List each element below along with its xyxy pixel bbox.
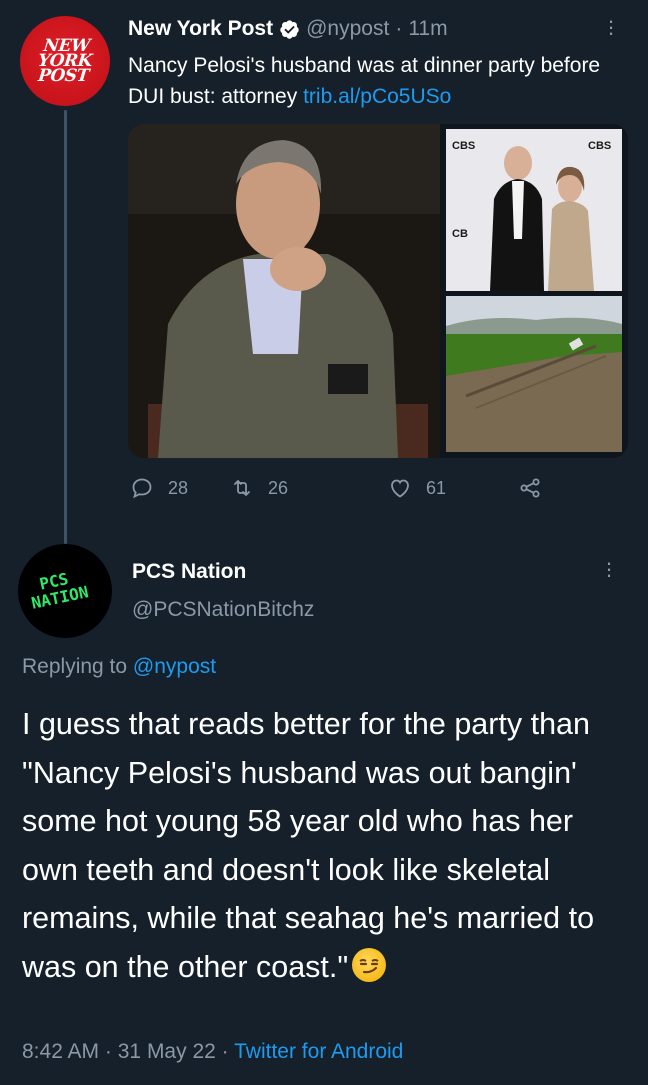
separator: · xyxy=(395,17,403,40)
replying-to: Replying to @nypost xyxy=(22,655,217,678)
photo-crash-site[interactable] xyxy=(446,296,622,452)
avatar-nypost[interactable]: NEW YORK POST xyxy=(20,16,110,106)
retweet-icon xyxy=(234,480,250,496)
photo-man-seated[interactable] xyxy=(128,124,440,458)
tweet-time[interactable]: 11m xyxy=(408,17,447,41)
like-count: 61 xyxy=(426,477,447,498)
photo-vineyard-illustration xyxy=(446,296,622,452)
retweet-button[interactable]: 26 xyxy=(230,476,288,500)
author-name[interactable]: New York Post xyxy=(128,17,273,41)
svg-text:CBS: CBS xyxy=(452,140,475,152)
more-icon[interactable]: · · · xyxy=(606,10,616,44)
reply-date[interactable]: 31 May 22 xyxy=(118,1040,216,1063)
avatar-pcs-nation[interactable]: PCS NATION xyxy=(18,544,112,638)
photo-couple-red-carpet[interactable]: CBS CBS CB xyxy=(446,129,622,291)
thread-line xyxy=(64,110,67,544)
share-icon xyxy=(520,478,540,498)
nypost-logo: NEW YORK POST xyxy=(37,35,94,86)
reply-icon xyxy=(132,478,152,499)
replying-to-handle[interactable]: @nypost xyxy=(133,655,216,678)
smirking-face-icon xyxy=(352,947,387,982)
reply-more-icon[interactable]: · · · xyxy=(604,552,614,586)
tweet-actions: 28 26 61 xyxy=(130,476,570,508)
reply-author-handle[interactable]: @PCSNationBitchz xyxy=(132,598,314,622)
svg-text:CB: CB xyxy=(452,228,468,240)
verified-icon xyxy=(280,19,299,39)
photo-couple-illustration: CBS CBS CB xyxy=(446,129,622,291)
reply-count: 28 xyxy=(168,477,189,498)
reply-button[interactable]: 28 xyxy=(130,476,188,500)
tweet-meta: 8:42 AM · 31 May 22 · Twitter for Androi… xyxy=(22,1040,404,1063)
reply-time[interactable]: 8:42 AM xyxy=(22,1040,99,1063)
tweet-text: Nancy Pelosi's husband was at dinner par… xyxy=(128,54,601,108)
pcs-logo: PCS NATION xyxy=(29,569,91,613)
retweet-count: 26 xyxy=(268,477,289,498)
share-button[interactable] xyxy=(518,476,556,500)
photo-man-illustration xyxy=(128,124,440,458)
media-grid: CBS CBS CB xyxy=(128,124,628,458)
like-button[interactable]: 61 xyxy=(388,476,446,500)
tweet-source[interactable]: Twitter for Android xyxy=(234,1040,403,1063)
reply-author-name[interactable]: PCS Nation xyxy=(132,560,246,584)
reply-text: I guess that reads better for the party … xyxy=(22,707,595,984)
like-icon xyxy=(391,479,409,498)
author-handle[interactable]: @nypost xyxy=(306,17,389,41)
tweet-header: New York Post @nypost · 11m xyxy=(128,14,448,44)
svg-text:CBS: CBS xyxy=(588,140,611,152)
article-link[interactable]: trib.al/pCo5USo xyxy=(303,85,451,108)
